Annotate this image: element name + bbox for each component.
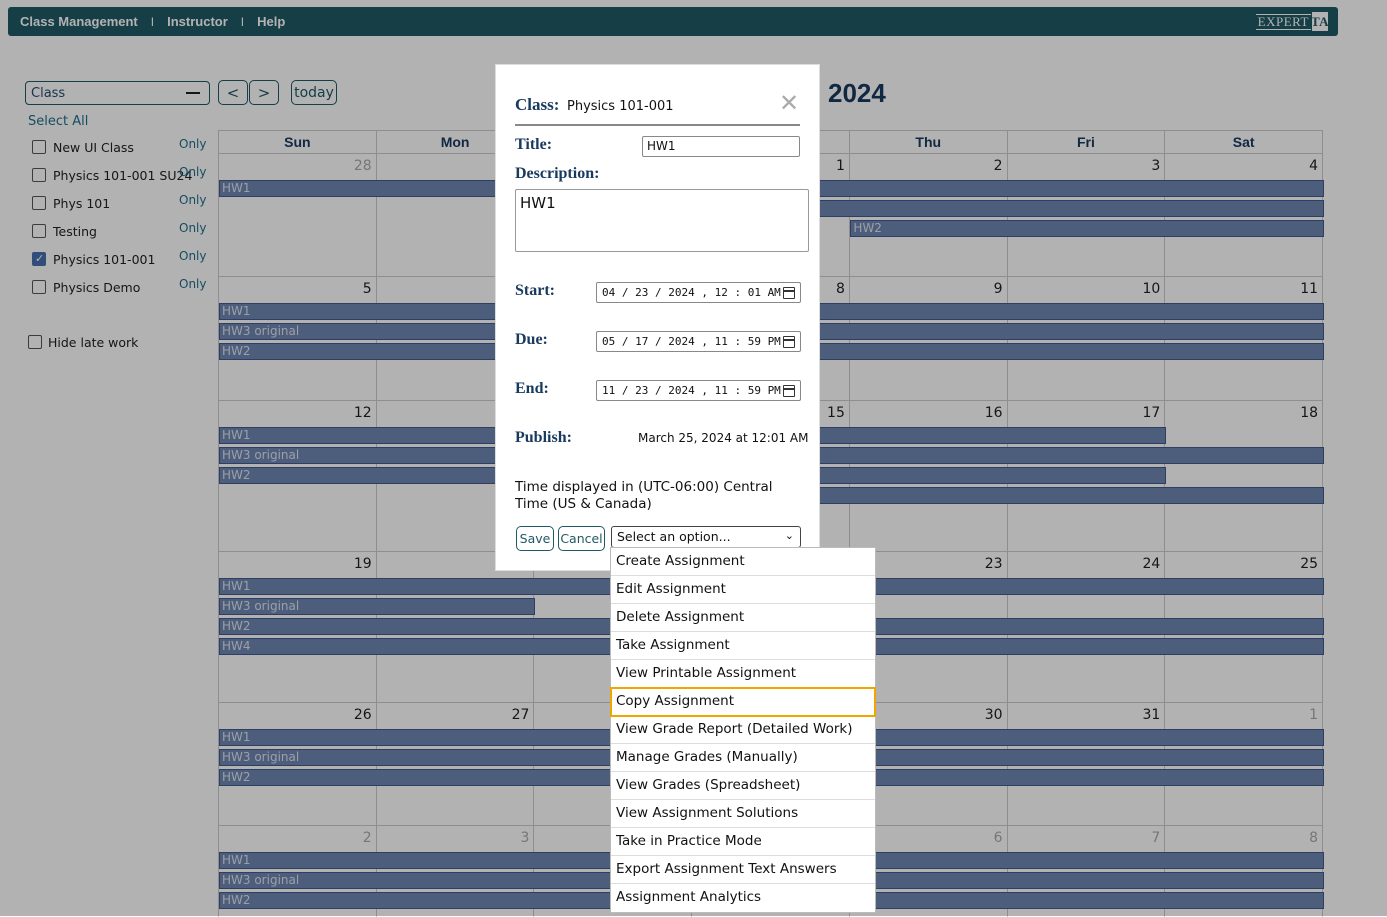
option-export-assignment-text-answers[interactable]: Export Assignment Text Answers — [611, 856, 875, 884]
calendar-icon[interactable] — [783, 336, 795, 348]
option-assignment-analytics[interactable]: Assignment Analytics — [611, 884, 875, 912]
action-select[interactable]: Select an option... ⌄ — [611, 526, 801, 548]
due-datetime-input[interactable]: 05 / 17 / 2024 , 11 : 59 PM — [596, 331, 801, 352]
start-label: Start: — [515, 282, 555, 299]
option-take-in-practice-mode[interactable]: Take in Practice Mode — [611, 828, 875, 856]
option-create-assignment[interactable]: Create Assignment — [611, 548, 875, 576]
title-input[interactable]: HW1 — [642, 136, 800, 157]
start-datetime-input[interactable]: 04 / 23 / 2024 , 12 : 01 AM — [596, 282, 801, 303]
cancel-button[interactable]: Cancel — [558, 526, 605, 551]
option-view-grade-report-detailed-work[interactable]: View Grade Report (Detailed Work) — [611, 716, 875, 744]
option-take-assignment[interactable]: Take Assignment — [611, 632, 875, 660]
end-datetime-value: 11 / 23 / 2024 , 11 : 59 PM — [602, 384, 781, 397]
class-value: Physics 101-001 — [567, 99, 674, 114]
due-label: Due: — [515, 331, 548, 348]
end-datetime-input[interactable]: 11 / 23 / 2024 , 11 : 59 PM — [596, 380, 801, 401]
action-dropdown-menu: Create Assignment Edit Assignment Delete A… — [610, 547, 876, 913]
modal-class-row: Class: Physics 101-001 — [515, 95, 800, 126]
description-label: Description: — [515, 165, 600, 182]
option-view-printable-assignment[interactable]: View Printable Assignment — [611, 660, 875, 688]
end-label: End: — [515, 380, 549, 397]
close-icon[interactable]: ✕ — [779, 91, 799, 115]
description-textarea[interactable]: HW1 — [515, 189, 809, 252]
action-select-value: Select an option... — [617, 529, 731, 544]
option-edit-assignment[interactable]: Edit Assignment — [611, 576, 875, 604]
option-delete-assignment[interactable]: Delete Assignment — [611, 604, 875, 632]
class-label: Class: — [515, 95, 560, 114]
option-view-assignment-solutions[interactable]: View Assignment Solutions — [611, 800, 875, 828]
calendar-icon[interactable] — [783, 287, 795, 299]
option-copy-assignment[interactable]: Copy Assignment — [610, 687, 876, 717]
start-datetime-value: 04 / 23 / 2024 , 12 : 01 AM — [602, 286, 781, 299]
title-label: Title: — [515, 136, 553, 153]
due-datetime-value: 05 / 17 / 2024 , 11 : 59 PM — [602, 335, 781, 348]
publish-value: March 25, 2024 at 12:01 AM — [638, 431, 809, 445]
publish-label: Publish: — [515, 429, 572, 446]
chevron-down-icon: ⌄ — [784, 529, 794, 542]
calendar-icon[interactable] — [783, 385, 795, 397]
option-manage-grades-manually[interactable]: Manage Grades (Manually) — [611, 744, 875, 772]
timezone-note: Time displayed in (UTC-06:00) Central Ti… — [515, 479, 773, 512]
save-button[interactable]: Save — [516, 526, 554, 551]
assignment-modal: Class: Physics 101-001 ✕ Title: HW1 Desc… — [495, 64, 820, 571]
option-view-grades-spreadsheet[interactable]: View Grades (Spreadsheet) — [611, 772, 875, 800]
